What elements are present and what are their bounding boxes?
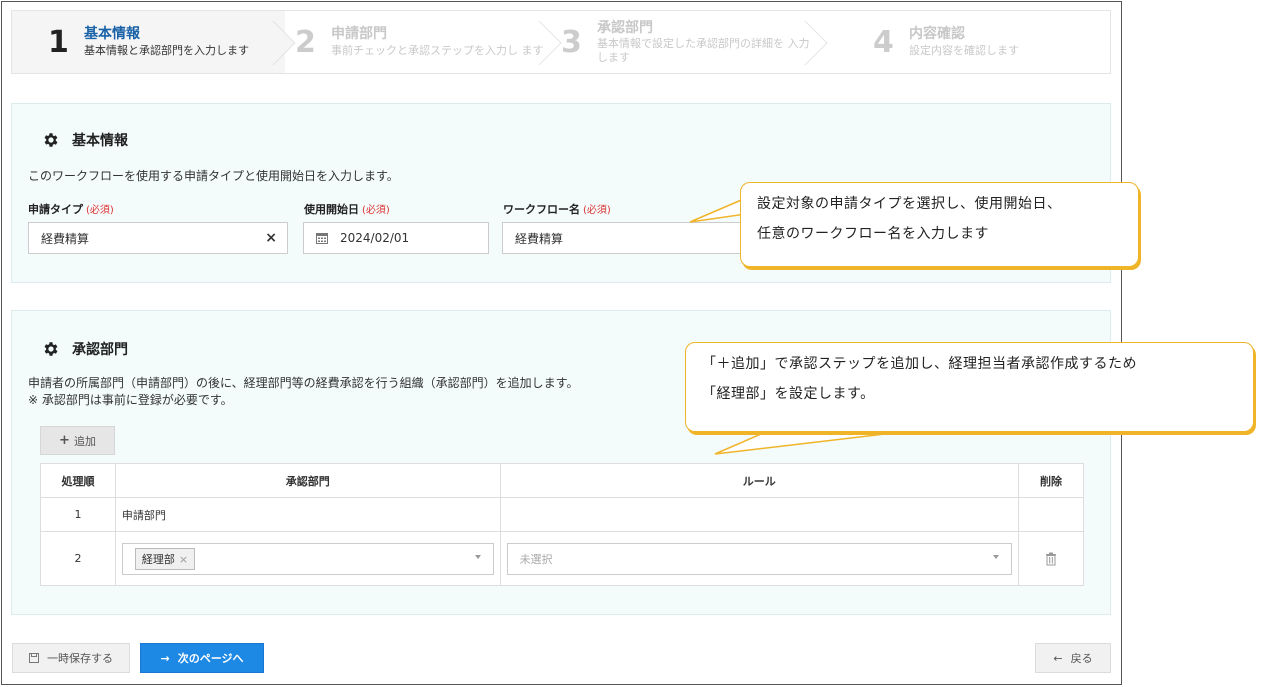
step-subtitle: 基本情報と承認部門を入力します [84, 43, 249, 57]
section-title-text: 基本情報 [72, 133, 128, 149]
arrow-right-icon: → [160, 651, 170, 665]
wizard-stepper: 1 基本情報 基本情報と承認部門を入力します 2 申請部門 事前チェックと承認ス… [11, 10, 1111, 74]
tag-remove-icon[interactable]: × [179, 553, 188, 566]
row-delete [1018, 497, 1084, 532]
row-rule [499, 497, 1020, 532]
chevron-down-icon [474, 554, 481, 559]
step-number: 1 [48, 24, 69, 60]
save-icon [29, 653, 39, 663]
dept-tag: 経理部 × [134, 547, 196, 570]
rule-placeholder: 未選択 [519, 552, 553, 566]
calendar-icon [316, 233, 328, 244]
approval-steps-table: 処理順 承認部門 ルール 削除 1 申請部門 2 経理部 × 未選択 [40, 463, 1084, 586]
plus-icon: + [59, 433, 70, 448]
step-subtitle: 事前チェックと承認ステップを入力し ます [331, 43, 544, 57]
type-label: 申請タイプ (必須) [28, 203, 114, 216]
step-applicant-dept[interactable]: 2 申請部門 事前チェックと承認ステップを入力し ます [285, 11, 562, 73]
back-label: 戻る [1070, 652, 1093, 665]
step-subtitle: 設定内容を確認します [909, 43, 1019, 57]
row-order: 2 [40, 531, 116, 586]
workflow-name-value: 経費精算 [515, 231, 564, 246]
step-number: 2 [295, 24, 316, 60]
type-value: 経費精算 [41, 231, 90, 246]
step-number: 3 [561, 24, 582, 60]
table-row: 2 経理部 × 未選択 [40, 531, 1084, 586]
step-title: 内容確認 [909, 26, 965, 43]
step-confirm[interactable]: 4 内容確認 設定内容を確認します [817, 11, 1110, 73]
callout-text: 「経理部」を設定します。 [702, 386, 875, 402]
basic-info-description: このワークフローを使用する申請タイプと使用開始日を入力します。 [28, 169, 399, 183]
save-draft-button[interactable]: 一時保存する [12, 643, 130, 673]
date-value: 2024/02/01 [340, 231, 410, 245]
step-title: 基本情報 [84, 26, 140, 43]
gear-icon [44, 342, 58, 356]
required-mark: (必須) [86, 205, 114, 216]
approval-dept-title: 承認部門 [42, 339, 128, 359]
row-dept: 申請部門 [114, 497, 501, 532]
start-date-input[interactable]: 2024/02/01 [303, 222, 489, 254]
row-order: 1 [40, 497, 116, 532]
trash-icon[interactable] [1045, 552, 1057, 566]
basic-info-title: 基本情報 [42, 130, 128, 150]
row-delete [1018, 531, 1084, 586]
row-dept: 経理部 × [114, 531, 501, 586]
next-label: 次のページへ [177, 652, 244, 665]
callout-text: 設定対象の申請タイプを選択し、使用開始日、 [757, 196, 1062, 212]
back-button[interactable]: ← 戻る [1035, 643, 1111, 673]
callout-text: 任意のワークフロー名を入力します [757, 226, 989, 242]
approval-description-line2: ※ 承認部門は事前に登録が必要です。 [28, 393, 233, 407]
col-rule: ルール [499, 463, 1020, 498]
required-mark: (必須) [583, 205, 611, 216]
approval-description: 申請者の所属部門（申請部門）の後に、経理部門等の経費承認を行う組織（承認部門）を… [28, 375, 578, 409]
application-type-select[interactable]: 経費精算 × [28, 222, 288, 254]
row-rule: 未選択 [499, 531, 1020, 586]
add-label: 追加 [73, 434, 96, 448]
col-delete: 削除 [1018, 463, 1084, 498]
col-order: 処理順 [40, 463, 116, 498]
callout-basic-info: 設定対象の申請タイプを選択し、使用開始日、 任意のワークフロー名を入力します [740, 182, 1139, 267]
arrow-left-icon: ← [1053, 651, 1063, 665]
date-label: 使用開始日 (必須) [304, 203, 390, 216]
next-page-button[interactable]: → 次のページへ [140, 643, 264, 673]
add-step-button[interactable]: + 追加 [40, 426, 115, 455]
approval-dept-select[interactable]: 経理部 × [121, 542, 494, 575]
rule-select[interactable]: 未選択 [506, 542, 1013, 575]
clear-icon[interactable]: × [265, 230, 277, 246]
section-title-text: 承認部門 [72, 342, 128, 358]
step-approval-dept[interactable]: 3 承認部門 基本情報で設定した承認部門の詳細を 入力します [551, 11, 828, 73]
callout-approval-dept: 「＋追加」で承認ステップを追加し、経理担当者承認作成するため 「経理部」を設定し… [685, 342, 1254, 432]
approval-description-line1: 申請者の所属部門（申請部門）の後に、経理部門等の経費承認を行う組織（承認部門）を… [28, 376, 579, 390]
table-row: 1 申請部門 [40, 497, 1084, 532]
step-number: 4 [873, 24, 894, 60]
callout-text: 「＋追加」で承認ステップを追加し、経理担当者承認作成するため [702, 356, 1137, 372]
col-dept: 承認部門 [114, 463, 501, 498]
gear-icon [44, 133, 58, 147]
workflow-name-label: ワークフロー名 (必須) [503, 203, 611, 216]
step-title: 承認部門 [597, 19, 653, 36]
chevron-down-icon [993, 554, 1000, 559]
required-mark: (必須) [362, 205, 390, 216]
step-basic-info[interactable]: 1 基本情報 基本情報と承認部門を入力します [12, 11, 296, 73]
save-label: 一時保存する [47, 652, 113, 665]
table-header-row: 処理順 承認部門 ルール 削除 [40, 463, 1084, 498]
